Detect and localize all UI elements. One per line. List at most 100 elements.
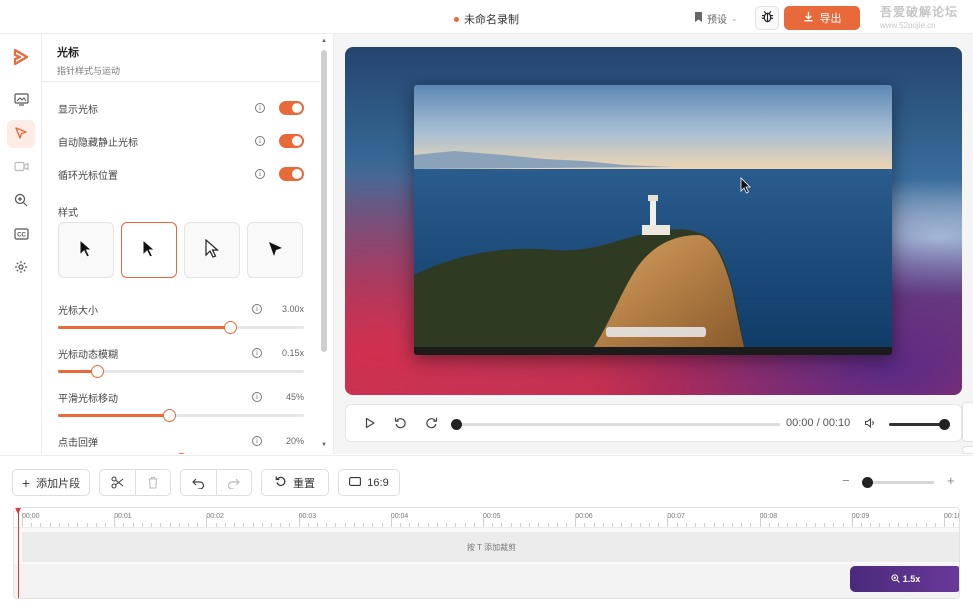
- cursor-arrow-icon: [141, 238, 157, 262]
- redo-icon[interactable]: [216, 477, 251, 489]
- tick-label: 00:10: [944, 513, 960, 520]
- reset-button[interactable]: 重置: [261, 469, 329, 496]
- tick-mark: [704, 523, 706, 527]
- slider-track[interactable]: [58, 321, 304, 334]
- zoom-segment[interactable]: 1.5x: [850, 566, 959, 592]
- slider-knob[interactable]: [175, 453, 188, 454]
- scroll-up-icon[interactable]: ▲: [321, 38, 327, 44]
- slider-knob[interactable]: [224, 321, 238, 334]
- info-icon[interactable]: i: [255, 136, 265, 146]
- timeline-zoom-knob[interactable]: [862, 477, 873, 488]
- rail-background[interactable]: [7, 87, 35, 115]
- cursor-style-option[interactable]: [58, 222, 114, 278]
- info-icon[interactable]: i: [252, 392, 262, 402]
- export-button[interactable]: 导出: [784, 6, 860, 30]
- panel-scrollbar[interactable]: ▲ ▼: [321, 38, 327, 448]
- watermark-url: www.52pojie.cn: [880, 21, 936, 30]
- zoom-out-icon[interactable]: −: [842, 473, 850, 488]
- rail-captions[interactable]: CC: [7, 221, 35, 249]
- tick-mark: [621, 523, 623, 527]
- tick-mark: [833, 523, 835, 527]
- aspect-ratio-button[interactable]: 16:9: [338, 469, 400, 496]
- rail-settings[interactable]: [7, 254, 35, 282]
- rail-cursor[interactable]: [7, 120, 35, 148]
- document-title[interactable]: 未命名录制: [454, 11, 519, 27]
- video-canvas-background: [345, 47, 962, 395]
- side-panel-tab[interactable]: [962, 402, 973, 442]
- info-icon[interactable]: i: [255, 169, 265, 179]
- zoom-icon: [14, 193, 28, 210]
- tick-mark: [363, 523, 365, 527]
- tick-mark: [298, 517, 300, 527]
- trash-icon[interactable]: [135, 476, 170, 489]
- tick-mark: [353, 523, 355, 527]
- volume-knob[interactable]: [939, 419, 950, 430]
- info-icon[interactable]: i: [255, 103, 265, 113]
- timeline-ruler[interactable]: 00:00 00:01 00:02 00:03 00:04 00:05 00:06 00:07…: [14, 508, 960, 528]
- zoom-track[interactable]: 1.5x: [14, 564, 959, 598]
- tick-label: 00:04: [390, 513, 409, 520]
- playback-progress[interactable]: [451, 419, 780, 430]
- rewind-icon[interactable]: [394, 416, 407, 432]
- tick-label: 00:00: [22, 513, 40, 520]
- rail-zoom[interactable]: [7, 187, 35, 215]
- cursor-style-option[interactable]: [247, 222, 303, 278]
- tick-mark: [317, 523, 319, 527]
- tick-mark: [722, 523, 724, 527]
- slider-knob[interactable]: [162, 409, 176, 422]
- tick-mark: [473, 523, 475, 527]
- timeline-zoom-slider[interactable]: [862, 477, 934, 488]
- playhead[interactable]: [15, 508, 21, 598]
- show-cursor-toggle[interactable]: [279, 101, 304, 115]
- tick-mark: [252, 523, 254, 527]
- info-icon[interactable]: i: [252, 304, 262, 314]
- bug-icon: [761, 10, 774, 26]
- add-clip-button[interactable]: + 添加片段: [12, 469, 90, 496]
- tick-mark: [178, 523, 180, 527]
- tick-mark: [529, 523, 531, 527]
- tick-mark: [344, 523, 346, 527]
- tick-mark: [741, 523, 743, 527]
- side-panel-tab[interactable]: [962, 446, 973, 454]
- timeline[interactable]: 00:00 00:01 00:02 00:03 00:04 00:05 00:06 00:07…: [13, 507, 960, 599]
- cursor-style-option-selected[interactable]: [121, 222, 177, 278]
- preview-area: 00:00 / 00:10: [333, 34, 973, 454]
- tick-mark: [925, 523, 927, 527]
- info-icon[interactable]: i: [252, 348, 262, 358]
- clip-track[interactable]: 按 T 添加裁剪: [22, 532, 959, 562]
- tick-mark: [409, 523, 411, 527]
- scroll-down-icon[interactable]: ▼: [321, 442, 327, 448]
- playback-knob[interactable]: [451, 419, 462, 430]
- tick-mark: [510, 523, 512, 527]
- tick-mark: [114, 517, 116, 527]
- scissors-icon[interactable]: [100, 476, 135, 489]
- bug-report-button[interactable]: [755, 6, 779, 30]
- slider-smooth-movement: 平滑光标移动 i 45%: [58, 390, 304, 422]
- volume-icon[interactable]: [864, 417, 876, 432]
- rail-camera[interactable]: [7, 154, 35, 182]
- zoom-in-icon[interactable]: +: [947, 473, 955, 488]
- tick-mark: [261, 523, 263, 527]
- tick-mark: [68, 523, 70, 527]
- scroll-thumb[interactable]: [321, 50, 327, 352]
- auto-hide-cursor-toggle[interactable]: [279, 134, 304, 148]
- undo-icon[interactable]: [181, 477, 216, 489]
- tick-mark: [31, 523, 33, 527]
- slider-knob[interactable]: [91, 365, 105, 378]
- tick-mark: [326, 523, 328, 527]
- slider-track[interactable]: [58, 409, 304, 422]
- play-icon[interactable]: [364, 417, 376, 432]
- tick-mark: [556, 523, 558, 527]
- forward-icon[interactable]: [425, 416, 438, 432]
- cursor-style-option[interactable]: [184, 222, 240, 278]
- loop-cursor-toggle[interactable]: [279, 167, 304, 181]
- tick-mark: [759, 517, 761, 527]
- tick-mark: [593, 523, 595, 527]
- recorded-screen-preview[interactable]: [414, 85, 892, 355]
- slider-track[interactable]: [58, 365, 304, 378]
- volume-slider[interactable]: [889, 419, 950, 430]
- info-icon[interactable]: i: [252, 436, 262, 446]
- tick-mark: [796, 523, 798, 527]
- preset-dropdown[interactable]: 预设 ⌄: [694, 11, 738, 26]
- tick-mark: [713, 523, 715, 527]
